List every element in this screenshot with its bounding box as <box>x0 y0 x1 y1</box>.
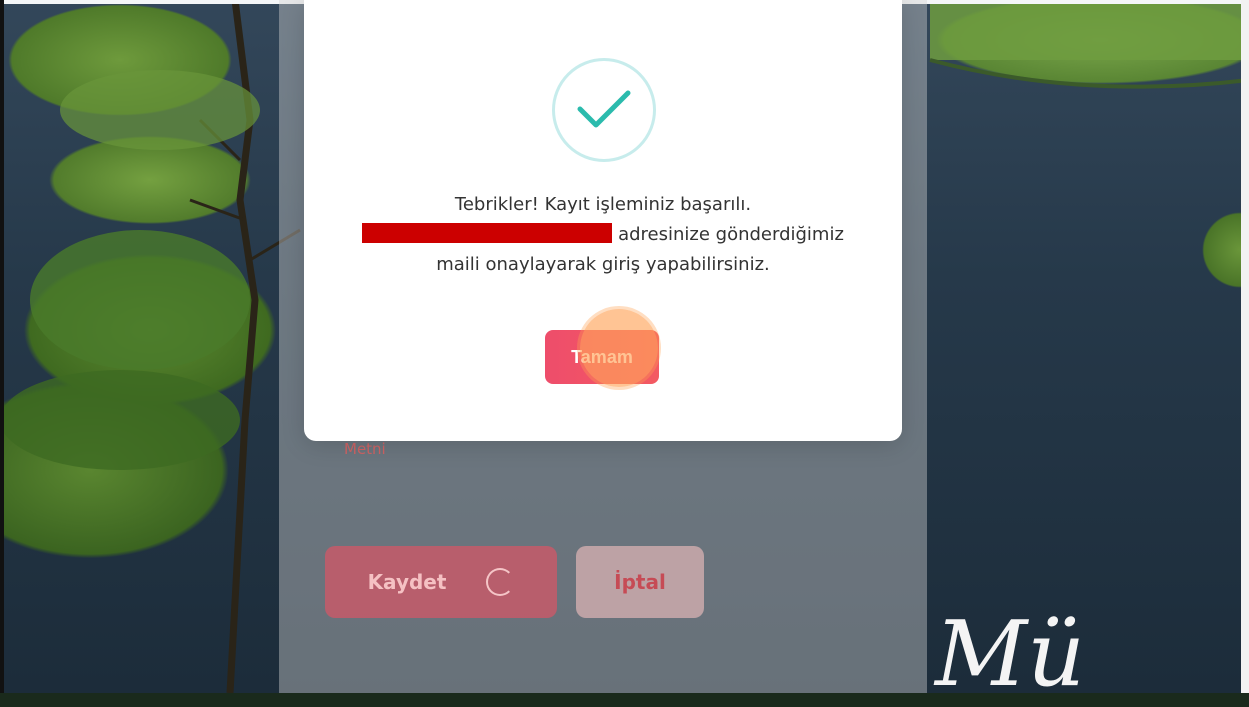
cursor-click-indicator <box>580 309 658 387</box>
cancel-button-label: İptal <box>614 570 666 594</box>
success-message: Tebrikler! Kayıt işleminiz başarılı. adr… <box>304 190 902 280</box>
redacted-email <box>362 223 613 243</box>
message-line-2-text: adresinize gönderdiğimiz <box>618 224 844 245</box>
message-line-2: adresinize gönderdiğimiz <box>304 220 902 250</box>
decorative-script-logo: Mü <box>935 602 1086 707</box>
save-button[interactable]: Kaydet <box>325 546 557 618</box>
check-icon <box>577 90 631 128</box>
success-check-badge <box>552 58 656 162</box>
window-left-edge <box>0 0 4 693</box>
message-line-3: maili onaylayarak giriş yapabilirsiniz. <box>436 254 770 275</box>
form-field-label: Metni <box>344 440 386 458</box>
loading-spinner-icon <box>486 568 515 596</box>
message-line-1: Tebrikler! Kayıt işleminiz başarılı. <box>454 194 752 215</box>
window-scrollbar[interactable] <box>1241 0 1249 693</box>
cancel-button[interactable]: İptal <box>576 546 704 618</box>
save-button-label: Kaydet <box>367 570 447 594</box>
